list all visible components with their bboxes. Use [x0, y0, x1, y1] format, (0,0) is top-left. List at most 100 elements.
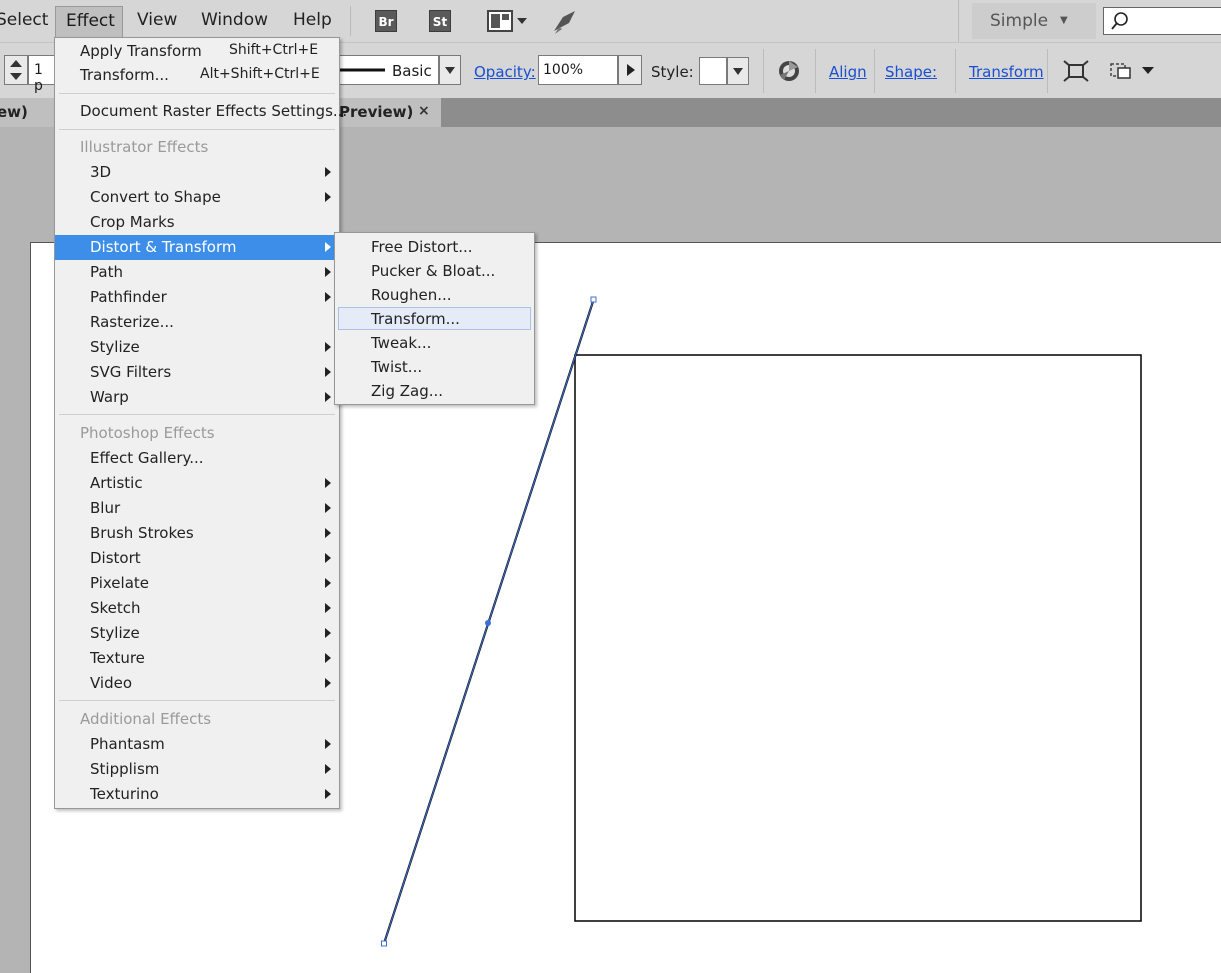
chevron-right-icon: [325, 478, 331, 488]
menu-item-distort-and-transform[interactable]: Distort & Transform: [55, 235, 339, 260]
menu-item-label: Stipplism: [90, 760, 160, 778]
menu-item-stylize[interactable]: Stylize: [55, 621, 339, 646]
menu-item-label: Convert to Shape: [90, 188, 221, 206]
anchor-point-handle[interactable]: [381, 940, 387, 947]
menu-item-apply-transform[interactable]: Apply Transform Shift+Ctrl+E: [55, 39, 339, 64]
menu-item-rasterize[interactable]: Rasterize...: [55, 310, 339, 335]
menu-item-stipplism[interactable]: Stipplism: [55, 757, 339, 782]
menu-item-document-raster-effects-settings[interactable]: Document Raster Effects Settings...: [55, 99, 347, 124]
menu-item-label: Brush Strokes: [90, 524, 194, 542]
menu-item-label: Distort: [90, 549, 141, 567]
submenu-item-label: Zig Zag...: [371, 382, 444, 400]
submenu-item-label: Roughen...: [371, 286, 452, 304]
menu-item-blur[interactable]: Blur: [55, 496, 339, 521]
chevron-right-icon: [325, 192, 331, 202]
chevron-right-icon: [325, 678, 331, 688]
menu-item-label: Blur: [90, 499, 121, 517]
menu-item-label: Texturino: [90, 785, 159, 803]
menu-item-svg-filters[interactable]: SVG Filters: [55, 360, 339, 385]
menu-item-convert-to-shape[interactable]: Convert to Shape: [55, 185, 339, 210]
menu-section-label: Photoshop Effects: [80, 424, 215, 442]
menu-item-artistic[interactable]: Artistic: [55, 471, 339, 496]
menu-divider: [59, 414, 335, 415]
chevron-right-icon: [325, 628, 331, 638]
menu-item-label: Rasterize...: [90, 313, 174, 331]
menu-item-label: Apply Transform: [80, 42, 202, 60]
menu-item-label: Transform...: [80, 66, 169, 84]
menu-item-label: Pixelate: [90, 574, 149, 592]
menu-item-label: Pathfinder: [90, 288, 167, 306]
chevron-right-icon: [325, 167, 331, 177]
chevron-right-icon: [325, 739, 331, 749]
chevron-right-icon: [325, 553, 331, 563]
submenu-item-pucker-and-bloat[interactable]: Pucker & Bloat...: [335, 259, 534, 283]
menu-section-additional-effects: Additional Effects: [55, 707, 339, 732]
chevron-right-icon: [325, 242, 331, 252]
menu-item-path[interactable]: Path: [55, 260, 339, 285]
submenu-item-roughen[interactable]: Roughen...: [335, 283, 534, 307]
menu-item-label: Stylize: [90, 624, 140, 642]
menu-item-label: Warp: [90, 388, 129, 406]
submenu-item-transform[interactable]: Transform...: [335, 307, 534, 331]
menu-item-shortcut: Alt+Shift+Ctrl+E: [200, 66, 320, 82]
menu-item-texturino[interactable]: Texturino: [55, 782, 339, 807]
menu-item-label: Phantasm: [90, 735, 165, 753]
menu-item-label: Crop Marks: [90, 213, 175, 231]
chevron-right-icon: [325, 578, 331, 588]
menu-item-distort[interactable]: Distort: [55, 546, 339, 571]
menu-item-effect-gallery[interactable]: Effect Gallery...: [55, 446, 339, 471]
menu-divider: [59, 129, 335, 130]
submenu-item-zig-zag[interactable]: Zig Zag...: [335, 379, 534, 403]
submenu-item-label: Tweak...: [371, 334, 432, 352]
submenu-item-label: Free Distort...: [371, 238, 473, 256]
menu-item-label: Texture: [90, 649, 145, 667]
menu-item-warp[interactable]: Warp: [55, 385, 339, 410]
chevron-right-icon: [325, 603, 331, 613]
menu-item-video[interactable]: Video: [55, 671, 339, 696]
menu-item-brush-strokes[interactable]: Brush Strokes: [55, 521, 339, 546]
menu-divider: [59, 93, 335, 94]
menu-item-stylize[interactable]: Stylize: [55, 335, 339, 360]
menu-item-label: Effect Gallery...: [90, 449, 204, 467]
menu-item-transform[interactable]: Transform... Alt+Shift+Ctrl+E: [55, 63, 339, 88]
effect-menu: Apply Transform Shift+Ctrl+E Transform..…: [54, 37, 347, 809]
menu-section-photoshop-effects: Photoshop Effects: [55, 421, 339, 446]
menu-item-crop-marks[interactable]: Crop Marks: [55, 210, 339, 235]
menu-section-illustrator-effects: Illustrator Effects: [55, 135, 339, 160]
menu-item-label: Artistic: [90, 474, 143, 492]
menu-item-label: Sketch: [90, 599, 141, 617]
center-point-handle[interactable]: [485, 620, 491, 626]
submenu-item-label: Pucker & Bloat...: [371, 262, 496, 280]
menu-item-label: Path: [90, 263, 123, 281]
menu-item-phantasm[interactable]: Phantasm: [55, 732, 339, 757]
menu-item-pixelate[interactable]: Pixelate: [55, 571, 339, 596]
chevron-right-icon: [325, 503, 331, 513]
anchor-point-handle[interactable]: [590, 296, 597, 303]
menu-item-label: Distort & Transform: [90, 238, 237, 256]
menu-divider: [59, 700, 335, 701]
submenu-item-tweak[interactable]: Tweak...: [335, 331, 534, 355]
menu-item-label: SVG Filters: [90, 363, 172, 381]
menu-item-pathfinder[interactable]: Pathfinder: [55, 285, 339, 310]
rectangle-shape[interactable]: [574, 354, 1142, 922]
menu-section-label: Additional Effects: [80, 710, 212, 728]
chevron-right-icon: [325, 528, 331, 538]
chevron-right-icon: [325, 789, 331, 799]
chevron-right-icon: [325, 342, 331, 352]
submenu-item-twist[interactable]: Twist...: [335, 355, 534, 379]
menu-item-texture[interactable]: Texture: [55, 646, 339, 671]
menu-item-3d[interactable]: 3D: [55, 160, 339, 185]
chevron-right-icon: [325, 764, 331, 774]
chevron-right-icon: [325, 267, 331, 277]
chevron-right-icon: [325, 292, 331, 302]
submenu-item-free-distort[interactable]: Free Distort...: [335, 235, 534, 259]
menu-item-label: 3D: [90, 163, 112, 181]
chevron-right-icon: [325, 367, 331, 377]
submenu-item-label: Transform...: [371, 310, 460, 328]
menu-item-sketch[interactable]: Sketch: [55, 596, 339, 621]
chevron-right-icon: [325, 392, 331, 402]
submenu-item-label: Twist...: [371, 358, 423, 376]
menu-item-shortcut: Shift+Ctrl+E: [229, 42, 319, 58]
distort-transform-submenu: Free Distort... Pucker & Bloat... Roughen.…: [334, 232, 535, 405]
chevron-right-icon: [325, 653, 331, 663]
